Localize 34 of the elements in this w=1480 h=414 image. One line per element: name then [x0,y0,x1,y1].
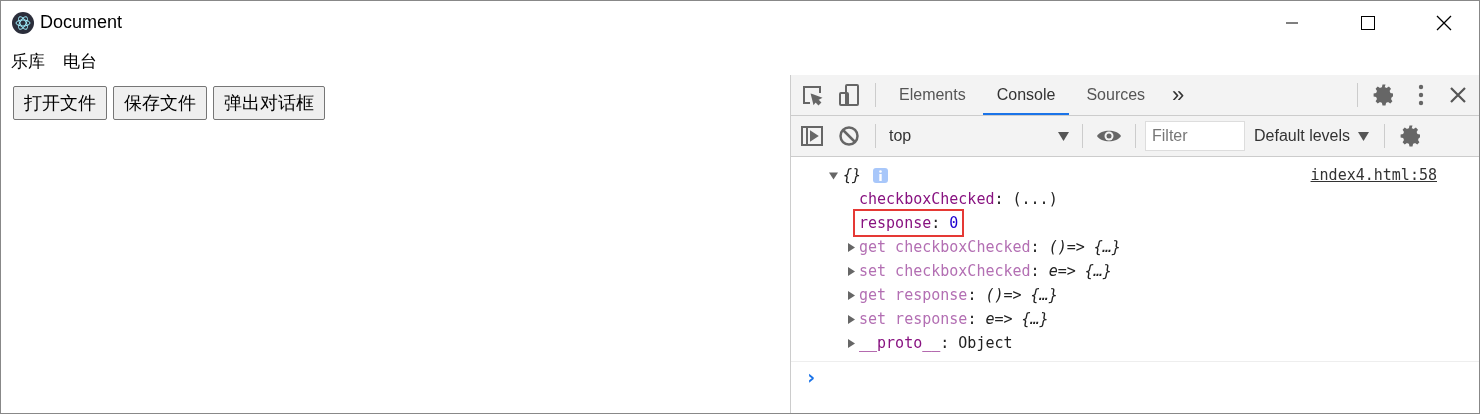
action-button[interactable]: 弹出对话框 [213,86,325,120]
action-button[interactable]: 保存文件 [113,86,207,120]
console-property: checkboxChecked: (...) [858,189,1059,210]
source-link[interactable]: index4.html:58 [1310,166,1437,184]
object-preview[interactable]: {} [843,166,862,184]
context-dropdown[interactable]: top [885,127,1073,145]
console-prompt: › [805,365,818,389]
devtools-tab[interactable]: Elements [885,75,980,115]
nav-link[interactable]: 乐库 [11,50,45,73]
info-icon [873,167,889,183]
app-logo-icon [12,11,34,34]
console-property: get response: ()=> {…} [858,285,1059,306]
console-property: get checkboxChecked: ()=> {…} [858,237,1122,258]
expand-triangle-icon[interactable] [847,314,856,324]
window-title: Document [40,12,124,33]
devtools-tab[interactable]: Sources [1072,75,1160,115]
caret-icon [1358,131,1370,141]
expand-triangle-icon[interactable] [847,338,856,348]
maximize-icon[interactable] [1360,14,1376,31]
expand-triangle-icon[interactable] [847,266,856,276]
console-property: set response: e=> {…} [858,309,1050,330]
more-tabs-button[interactable]: » [1162,82,1195,108]
expand-triangle-icon[interactable] [847,242,856,252]
caret-icon [1058,131,1069,141]
console-property: __proto__: Object [858,333,1014,354]
close-icon[interactable] [1436,14,1452,31]
console-property: response: 0 [855,211,963,235]
expand-triangle-icon[interactable] [829,170,838,180]
nav-link[interactable]: 电台 [63,50,97,73]
filter-field[interactable]: Filter [1145,121,1245,151]
console-property: set checkboxChecked: e=> {…} [858,261,1113,282]
expand-triangle-icon[interactable] [847,290,856,300]
levels-dropdown[interactable]: Default levels [1248,127,1376,145]
action-button[interactable]: 打开文件 [13,86,107,120]
